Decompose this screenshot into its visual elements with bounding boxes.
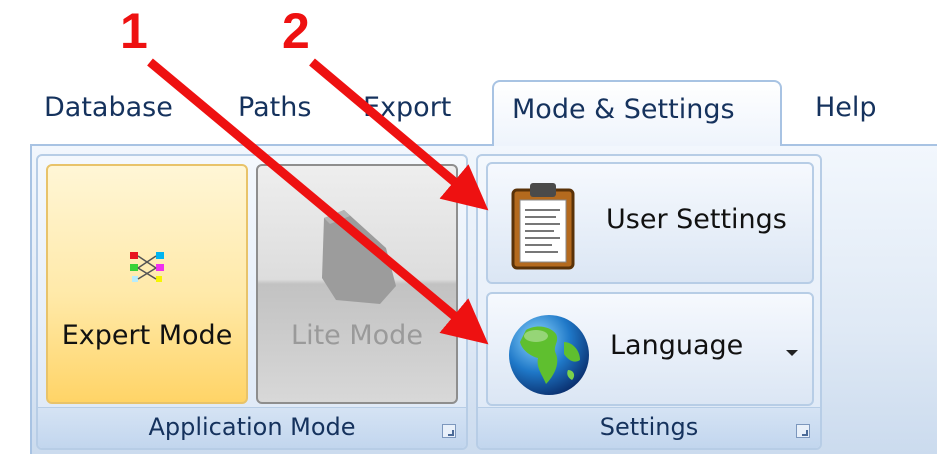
dropdown-arrow-icon[interactable]: [786, 350, 798, 356]
tab-database[interactable]: Database: [44, 92, 173, 123]
tab-paths[interactable]: Paths: [238, 92, 311, 123]
tab-mode-settings[interactable]: Mode & Settings: [492, 80, 782, 146]
expert-mode-button[interactable]: Expert Mode: [46, 164, 248, 404]
tab-mode-settings-label: Mode & Settings: [512, 94, 735, 125]
dialog-launcher-icon[interactable]: [442, 424, 456, 438]
lite-mode-button[interactable]: Lite Mode: [256, 164, 458, 404]
group-label-application-mode: Application Mode: [38, 407, 466, 448]
tab-help[interactable]: Help: [815, 92, 877, 123]
lite-mode-icon: [322, 210, 396, 304]
user-settings-button[interactable]: User Settings: [486, 162, 814, 284]
group-settings: User Settings Language Settings: [476, 154, 822, 450]
group-label-settings: Settings: [478, 407, 820, 448]
globe-icon: [509, 315, 589, 395]
clipboard-icon: [511, 183, 575, 270]
dialog-launcher-icon[interactable]: [796, 424, 810, 438]
ribbon-tab-bar: Database Paths Export Mode & Settings He…: [30, 70, 937, 146]
language-label: Language: [610, 330, 744, 361]
user-settings-label: User Settings: [606, 204, 787, 235]
callout-number-1: 1: [120, 3, 148, 59]
lite-mode-label: Lite Mode: [291, 320, 423, 351]
language-button[interactable]: Language: [486, 292, 814, 406]
group-application-mode: Expert Mode Lite Mode Application Mode: [36, 154, 468, 450]
expert-mode-icon: [130, 252, 164, 282]
callout-number-2: 2: [282, 3, 310, 59]
tab-export[interactable]: Export: [363, 92, 451, 123]
ribbon-panel: Expert Mode Lite Mode Application Mode U…: [30, 144, 937, 454]
expert-mode-label: Expert Mode: [61, 320, 233, 351]
